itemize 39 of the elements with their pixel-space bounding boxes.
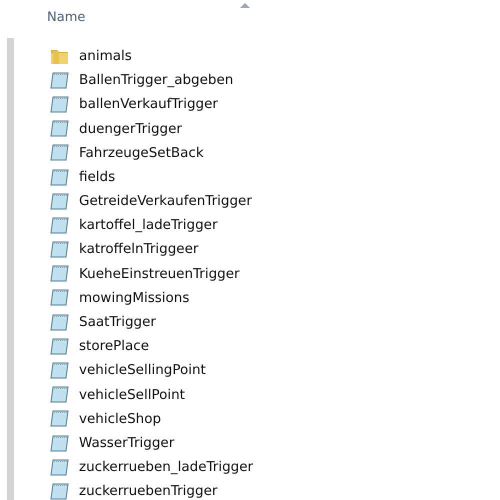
file-name[interactable]: mowingMissions (79, 288, 190, 308)
folder-name[interactable]: animals (79, 46, 132, 66)
file-name[interactable]: vehicleSellPoint (79, 384, 185, 405)
document-icon (50, 386, 69, 404)
column-header[interactable]: Name (47, 8, 86, 28)
file-name[interactable]: vehicleSellingPoint (79, 360, 206, 381)
file-name[interactable]: GetreideVerkaufenTrigger (79, 191, 252, 212)
document-icon (50, 265, 69, 282)
file-name[interactable]: KueheEinstreuenTrigger (79, 264, 240, 284)
document-icon (50, 144, 69, 162)
file-name[interactable]: WasserTrigger (79, 432, 174, 454)
document-icon (50, 120, 69, 138)
file-name[interactable]: ballenVerkaufTrigger (79, 94, 218, 115)
file-name[interactable]: kartoffel_ladeTrigger (79, 215, 218, 236)
document-icon (50, 410, 69, 428)
file-name[interactable]: vehicleShop (79, 408, 162, 430)
document-icon (50, 168, 69, 186)
document-icon (50, 458, 69, 476)
document-icon (50, 72, 69, 89)
document-icon (50, 216, 69, 234)
document-icon (50, 482, 69, 500)
file-name[interactable]: storePlace (79, 336, 150, 356)
document-icon (50, 241, 69, 258)
file-name[interactable]: FahrzeugeSetBack (79, 142, 204, 163)
document-icon (50, 314, 69, 331)
file-name[interactable]: zuckerrueben_ladeTrigger (79, 457, 254, 478)
file-name[interactable]: SaatTrigger (79, 312, 156, 332)
file-name[interactable]: fields (79, 166, 116, 188)
folder-icon (50, 48, 69, 65)
document-icon (50, 96, 69, 113)
file-name[interactable]: BallenTrigger_abgeben (79, 70, 234, 90)
file-name[interactable]: zuckerruebenTrigger (79, 481, 218, 500)
document-icon (50, 289, 69, 306)
document-icon (50, 434, 69, 452)
file-name[interactable]: duengerTrigger (79, 118, 182, 139)
document-icon (50, 362, 69, 380)
file-name[interactable]: katroffelnTriggeer (79, 239, 198, 260)
document-icon (50, 338, 69, 355)
document-icon (50, 192, 69, 210)
